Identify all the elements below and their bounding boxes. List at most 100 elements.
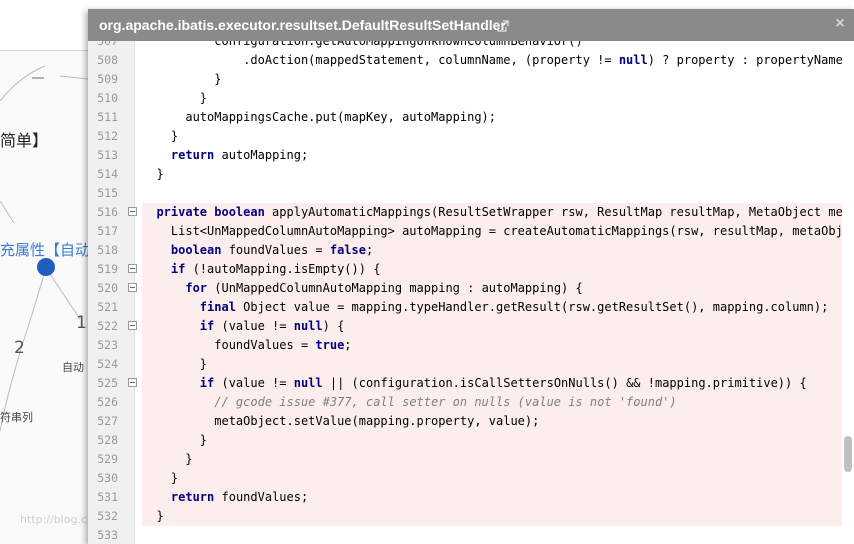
code-line: 514 } [88,165,842,184]
mindmap-node-link[interactable]: 充属性【自动 [0,239,88,260]
code-text: final Object value = mapping.typeHandler… [142,298,842,317]
code-view[interactable]: 507 configuration.getAutoMappingUnknownC… [88,41,854,544]
close-icon[interactable]: × [831,15,849,33]
code-line: 525 if (value != null || (configuration.… [88,374,842,393]
code-line: 523 foundValues = true; [88,336,842,355]
code-keyword: for [185,281,208,295]
fold-toggle-icon[interactable] [128,207,137,216]
fold-toggle-icon[interactable] [128,283,137,292]
code-text: if (value != null || (configuration.isCa… [142,374,842,393]
code-comment: // gcode issue #377, call setter on null… [214,395,677,409]
code-token: ; [344,338,352,352]
code-text: metaObject.setValue(mapping.property, va… [142,412,842,431]
code-text: boolean foundValues = false; [142,241,842,260]
line-number: 530 [97,471,118,485]
code-line: 513 return autoMapping; [88,146,842,165]
mindmap-node-text: 简单】 [0,131,49,150]
code-text: // gcode issue #377, call setter on null… [142,393,842,412]
fold-toggle-icon[interactable] [128,321,137,330]
code-keyword: boolean [170,243,222,257]
line-number: 508 [97,53,118,67]
line-number: 509 [97,72,118,86]
line-number: 528 [97,433,118,447]
code-line: 515 [88,184,842,203]
line-number: 529 [97,452,118,466]
vertical-scrollbar[interactable] [842,41,854,544]
code-line: 508 .doAction(mappedStatement, columnNam… [88,51,842,70]
code-token: foundValues = [142,338,316,352]
code-text: } [142,70,842,89]
popup-titlebar[interactable]: org.apache.ibatis.executor.resultset.Def… [88,9,854,41]
line-number: 510 [97,91,118,105]
code-token: } [142,72,222,86]
code-line: 533 [88,526,842,544]
code-token: } [142,471,179,485]
code-text: private boolean applyAutomaticMappings(R… [142,203,842,222]
source-code-popup: org.apache.ibatis.executor.resultset.Def… [88,9,854,544]
code-token: } [142,452,193,466]
code-text: } [142,89,842,108]
line-number: 515 [97,186,118,200]
code-line: 530 } [88,469,842,488]
fold-toggle-icon[interactable] [128,264,137,273]
code-token: (value != [214,376,294,390]
code-text: return autoMapping; [142,146,842,165]
code-text: foundValues = true; [142,336,842,355]
code-line: 519 if (!autoMapping.isEmpty()) { [88,260,842,279]
mindmap-node-text: 自动 [62,361,84,374]
line-number: 524 [97,357,118,371]
line-number: 516 [97,205,118,219]
code-line: 510 } [88,89,842,108]
line-number: 519 [97,262,118,276]
code-text: } [142,127,842,146]
code-token: applyAutomaticMappings(ResultSetWrapper … [272,205,842,219]
code-keyword: false [329,243,366,257]
external-link-icon[interactable] [497,19,509,32]
background-header [0,0,88,51]
code-token: (!autoMapping.isEmpty()) { [185,262,381,276]
code-text: configuration.getAutoMappingUnknownColum… [142,41,842,51]
code-keyword: return [170,148,215,162]
watermark-text: http://blog.csdn.net [20,513,88,526]
code-token: ; [365,243,374,257]
code-token: } [142,433,208,447]
line-number: 525 [97,376,118,390]
line-number: 514 [97,167,118,181]
code-token: foundValues = [221,243,330,257]
fold-toggle-icon[interactable] [128,378,137,387]
code-token: foundValues; [214,490,309,504]
code-token: || (configuration.isCallSettersOnNulls()… [322,376,807,390]
line-number: 533 [97,528,118,542]
code-line: 509 } [88,70,842,89]
code-line: 527 metaObject.setValue(mapping.property… [88,412,842,431]
code-keyword: true [315,338,345,352]
code-token: } [142,167,164,181]
code-line: 522 if (value != null) { [88,317,842,336]
code-text: for (UnMappedColumnAutoMapping mapping :… [142,279,842,298]
code-token: ) ? property : propertyName, [647,53,842,67]
code-text: List<UnMappedColumnAutoMapping> autoMapp… [142,222,842,241]
code-text: return foundValues; [142,488,842,507]
code-line: 518 boolean foundValues = false; [88,241,842,260]
line-number: 513 [97,148,118,162]
scrollbar-thumb[interactable] [844,436,852,472]
code-keyword: null [618,53,648,67]
code-token: ) { [322,319,345,333]
code-line: 531 return foundValues; [88,488,842,507]
popup-title: org.apache.ibatis.executor.resultset.Def… [99,17,506,33]
code-line: 521 final Object value = mapping.typeHan… [88,298,842,317]
code-token: } [142,129,179,143]
mindmap-node-text: 符串列 [0,411,33,424]
mindmap-node-number: 1 [76,313,87,333]
code-text: } [142,355,842,374]
line-number: 517 [97,224,118,238]
line-number: 523 [97,338,118,352]
